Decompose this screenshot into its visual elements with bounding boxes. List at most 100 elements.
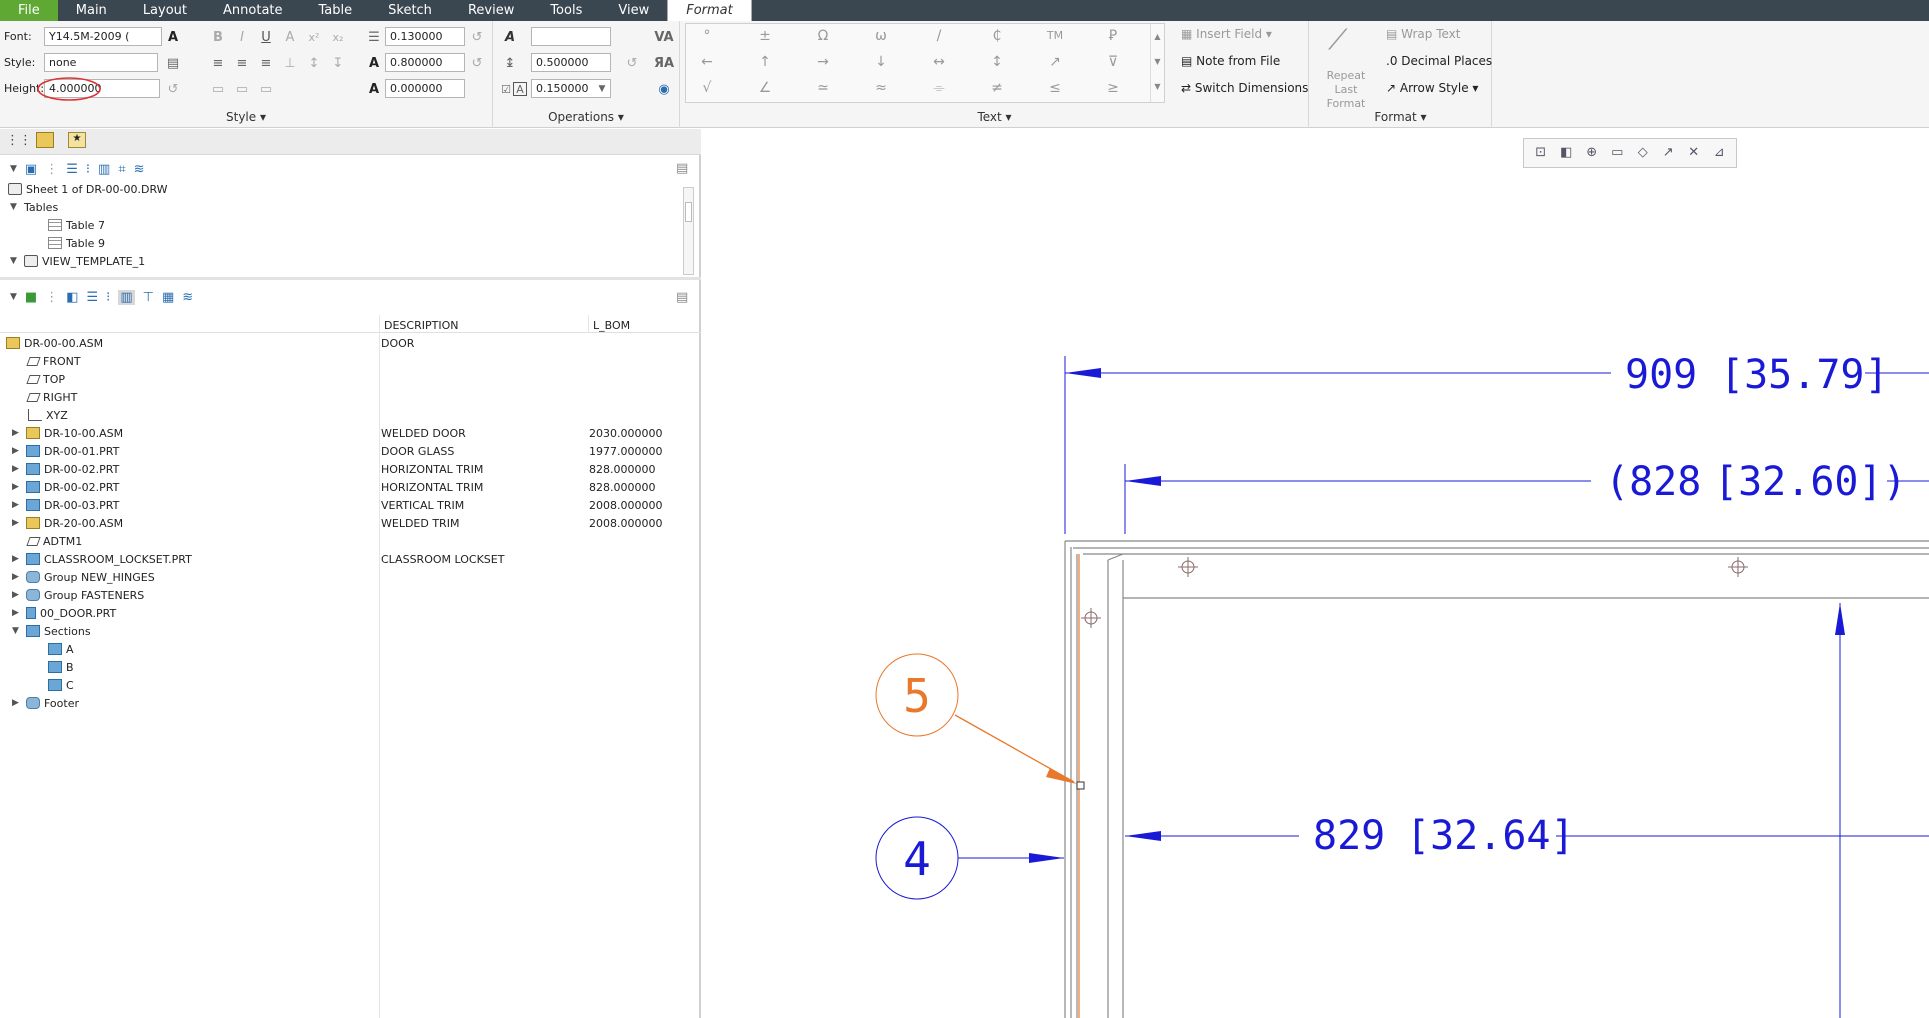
expand-arrow-icon[interactable]: ▶ [12, 482, 26, 492]
plus-minus-symbol[interactable]: ± [750, 26, 780, 46]
insert-field-button[interactable]: ▦ Insert Field ▾ [1181, 27, 1272, 41]
filter-icon[interactable]: ⊤ [143, 290, 154, 305]
menu-layout[interactable]: Layout [125, 0, 205, 21]
tree-expand-icon[interactable]: ⁝ [106, 290, 110, 305]
centerline-symbol[interactable]: ₵ [982, 26, 1012, 46]
countersink-symbol[interactable]: ⊽ [1098, 52, 1128, 72]
balloon-5-text[interactable]: 5 [903, 669, 931, 723]
almost-equal-symbol[interactable]: ≈ [866, 78, 896, 98]
tree-row-dr-10-00[interactable]: ▶ DR-10-00.ASM [12, 424, 123, 442]
tree-row-section-b[interactable]: B [48, 658, 74, 676]
expand-arrow-icon[interactable]: ▶ [12, 554, 26, 564]
menu-main[interactable]: Main [58, 0, 125, 21]
slash-symbol[interactable]: / [924, 26, 954, 46]
conical-taper-symbol[interactable]: ⌯ [924, 78, 954, 98]
menu-tools[interactable]: Tools [532, 0, 600, 21]
mirror-text-icon[interactable]: A [501, 28, 519, 46]
wrap-text-button[interactable]: ▤ Wrap Text [1386, 27, 1460, 41]
less-equal-symbol[interactable]: ≤ [1040, 78, 1070, 98]
style-select[interactable]: none [44, 53, 158, 72]
tree-row-door-prt[interactable]: ▶ 00_DOOR.PRT [12, 604, 116, 622]
underline-icon[interactable]: U [257, 28, 275, 46]
tree-item-tables[interactable]: ▼ Tables [10, 198, 58, 216]
trademark-symbol[interactable]: TM [1040, 26, 1070, 46]
arrow-left-symbol[interactable]: ← [692, 52, 722, 72]
expand-arrow-icon[interactable]: ▶ [12, 572, 26, 582]
text-width-icon[interactable]: ЯA [654, 54, 674, 72]
collapse-icon[interactable]: ▼ [10, 164, 17, 174]
tree-row-sections[interactable]: ▼ Sections [12, 622, 91, 640]
tree-row-right[interactable]: RIGHT [26, 388, 77, 406]
operations-group-label[interactable]: Operations ▾ [493, 110, 679, 124]
arrow-down-symbol[interactable]: ↓ [866, 52, 896, 72]
drawing-tree-scrollbar[interactable] [683, 187, 694, 275]
column-divider[interactable] [588, 315, 589, 333]
ohm-symbol[interactable]: Ω [808, 26, 838, 46]
align-top-icon[interactable]: ⊥ [281, 54, 299, 72]
decimal-places-button[interactable]: .0 Decimal Places [1386, 54, 1492, 68]
annotation-display-icon[interactable]: ⊿ [1709, 142, 1731, 164]
tree-row-dr-00-01[interactable]: ▶ DR-00-01.PRT [12, 442, 119, 460]
frame-top-icon[interactable]: ▭ [209, 80, 227, 98]
drawing-tree-icon[interactable]: ▣ [25, 162, 37, 177]
tree-row-group-fasteners[interactable]: ▶ Group FASTENERS [12, 586, 144, 604]
bold-icon[interactable]: B [209, 28, 227, 46]
tree-item-view-template[interactable]: ▼ VIEW_TEMPLATE_1 [10, 252, 145, 270]
expand-arrow-icon[interactable]: ▶ [12, 500, 26, 510]
switch-dimensions-button[interactable]: ⇄ Switch Dimensions [1181, 81, 1308, 95]
tree-filter-icon[interactable]: ⌗ [118, 162, 125, 177]
frame-mid-icon[interactable]: ▭ [233, 80, 251, 98]
approx-symbol[interactable]: ≃ [808, 78, 838, 98]
menu-file[interactable]: File [0, 0, 58, 21]
tree-row-group-hinges[interactable]: ▶ Group NEW_HINGES [12, 568, 155, 586]
repaint-icon[interactable]: ▭ [1607, 142, 1629, 164]
panel-splitter[interactable] [0, 277, 701, 280]
superscript-icon[interactable]: x² [305, 28, 323, 46]
layers-icon[interactable]: ≋ [182, 290, 193, 305]
sketch-display-icon[interactable]: ↗ [1658, 142, 1680, 164]
erase-icon[interactable]: ◇ [1632, 142, 1654, 164]
align-center-icon[interactable]: ≡ [233, 54, 251, 72]
gallery-scroll[interactable]: ▲ ▼ ▼ [1150, 24, 1164, 102]
drawing-sheet[interactable]: 909 [35.79] (828 [32.60]) 829 [32.64] 5 [703, 129, 1929, 1018]
thickness-input[interactable]: 0.130000 [385, 27, 465, 46]
datum-display-icon[interactable]: ✕ [1683, 142, 1705, 164]
angle-symbol[interactable]: ∠ [750, 78, 780, 98]
menu-sketch[interactable]: Sketch [370, 0, 450, 21]
tree-item-sheet[interactable]: Sheet 1 of DR-00-00.DRW [8, 180, 168, 198]
tree-list-icon[interactable]: ☰ [87, 290, 99, 305]
arrow-vertical-symbol[interactable]: ↕ [982, 52, 1012, 72]
dimension-828-text[interactable]: (828 [1605, 459, 1701, 505]
tree-row-xyz[interactable]: XYZ [28, 406, 68, 424]
arrow-right-symbol[interactable]: → [808, 52, 838, 72]
expand-arrow-icon[interactable]: ▶ [12, 590, 26, 600]
column-divider[interactable] [379, 315, 380, 1018]
style-group-label[interactable]: Style ▾ [0, 110, 492, 124]
repeat-last-format-button[interactable]: Repeat Last Format [1316, 69, 1376, 111]
tree-row-root[interactable]: DR-00-00.ASM [6, 334, 103, 352]
dimension-909-text[interactable]: 909 [1625, 352, 1697, 398]
drawing-canvas[interactable]: 909 [35.79] (828 [32.60]) 829 [32.64] 5 [703, 129, 1929, 1018]
expand-arrow-icon[interactable]: ▼ [10, 256, 24, 266]
slant-angle-input[interactable]: 0.000000 [385, 79, 465, 98]
font-select[interactable]: Y14.5M-2009 ( [44, 27, 162, 46]
dimension-828-alt-text[interactable]: [32.60]) [1714, 459, 1907, 505]
arrow-diagonal-symbol[interactable]: ↗ [1040, 52, 1070, 72]
globe-icon[interactable]: ◉ [655, 80, 673, 98]
expand-arrow-icon[interactable]: ▶ [12, 464, 26, 474]
tree-settings-icon[interactable]: ▤ [676, 161, 688, 176]
menu-view[interactable]: View [600, 0, 667, 21]
root-symbol[interactable]: √ [692, 78, 722, 98]
line-spacing-input[interactable]: 0.500000 [531, 53, 611, 72]
arrow-horizontal-symbol[interactable]: ↔ [924, 52, 954, 72]
dimension-909-alt-text[interactable]: [35.79] [1720, 352, 1889, 398]
arrow-up-symbol[interactable]: ↑ [750, 52, 780, 72]
tree-item-table7[interactable]: Table 7 [48, 216, 105, 234]
tree-row-dr-00-02-b[interactable]: ▶ DR-00-02.PRT [12, 478, 119, 496]
model-icon[interactable]: ■ [25, 290, 37, 305]
tree-row-section-c[interactable]: C [48, 676, 74, 694]
reset-width-icon[interactable]: ↺ [468, 54, 486, 72]
tree-item-table9[interactable]: Table 9 [48, 234, 105, 252]
degree-symbol[interactable]: ° [692, 26, 722, 46]
zoom-fit-icon[interactable]: ⊡ [1530, 142, 1552, 164]
